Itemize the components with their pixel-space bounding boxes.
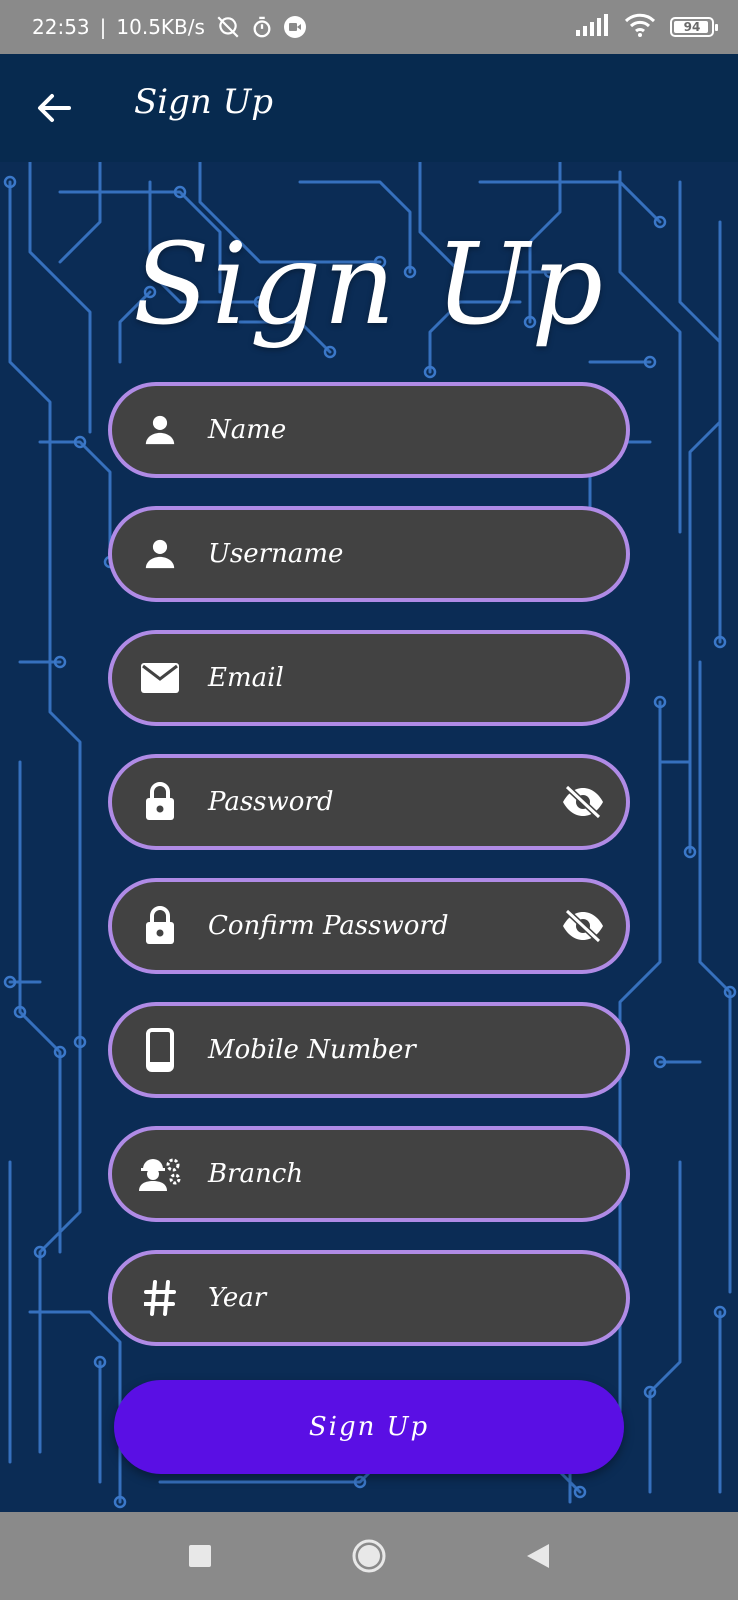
recents-button[interactable] — [180, 1536, 220, 1576]
username-field[interactable]: Username — [108, 506, 630, 602]
year-label: Year — [208, 1283, 267, 1313]
person-icon — [136, 406, 184, 454]
battery-icon: 94 — [670, 17, 718, 37]
username-label: Username — [208, 539, 344, 569]
system-nav-bar — [0, 1512, 738, 1600]
status-bar: 22:53 | 10.5KB/s 94 — [0, 0, 738, 54]
smartphone-icon — [136, 1026, 184, 1074]
visibility-off-icon[interactable] — [560, 780, 606, 824]
engineer-icon — [136, 1150, 184, 1198]
email-label: Email — [208, 663, 284, 693]
email-field[interactable]: Email — [108, 630, 630, 726]
status-right: 94 — [576, 13, 718, 41]
system-back-button[interactable] — [518, 1536, 558, 1576]
alarm-off-icon — [215, 14, 241, 40]
battery-level: 94 — [683, 20, 701, 34]
sign-up-button[interactable]: Sign Up — [114, 1380, 624, 1474]
name-field[interactable]: Name — [108, 382, 630, 478]
lock-icon — [136, 902, 184, 950]
password-label: Password — [208, 787, 334, 817]
password-field[interactable]: Password — [108, 754, 630, 850]
video-record-icon — [283, 15, 307, 39]
timer-icon — [251, 15, 273, 39]
recents-square-icon — [189, 1545, 211, 1567]
branch-field[interactable]: Branch — [108, 1126, 630, 1222]
mobile-number-label: Mobile Number — [208, 1035, 416, 1065]
status-separator: | — [99, 15, 107, 39]
hero-title: Sign Up — [132, 220, 606, 350]
status-left: 22:53 | 10.5KB/s — [32, 14, 307, 40]
network-speed: 10.5KB/s — [116, 15, 205, 39]
signal-icon — [576, 14, 610, 40]
lock-icon — [136, 778, 184, 826]
visibility-off-icon[interactable] — [560, 904, 606, 948]
confirm-password-field[interactable]: Confirm Password — [108, 878, 630, 974]
app-bar: Sign Up — [0, 54, 738, 162]
home-button[interactable] — [349, 1536, 389, 1576]
back-triangle-icon — [527, 1544, 549, 1568]
branch-label: Branch — [208, 1159, 304, 1189]
hash-icon — [136, 1274, 184, 1322]
person-icon — [136, 530, 184, 578]
email-icon — [136, 654, 184, 702]
arrow-back-icon — [38, 94, 71, 122]
app-bar-title: Sign Up — [134, 82, 274, 122]
confirm-password-label: Confirm Password — [208, 911, 449, 941]
back-button[interactable] — [34, 88, 74, 128]
name-label: Name — [208, 415, 287, 445]
year-field[interactable]: Year — [108, 1250, 630, 1346]
signup-form-area: Sign Up Name Username Email Password Con… — [0, 162, 738, 1512]
home-circle-icon — [352, 1539, 386, 1573]
status-time: 22:53 — [32, 15, 90, 39]
mobile-number-field[interactable]: Mobile Number — [108, 1002, 630, 1098]
wifi-icon — [624, 13, 656, 41]
